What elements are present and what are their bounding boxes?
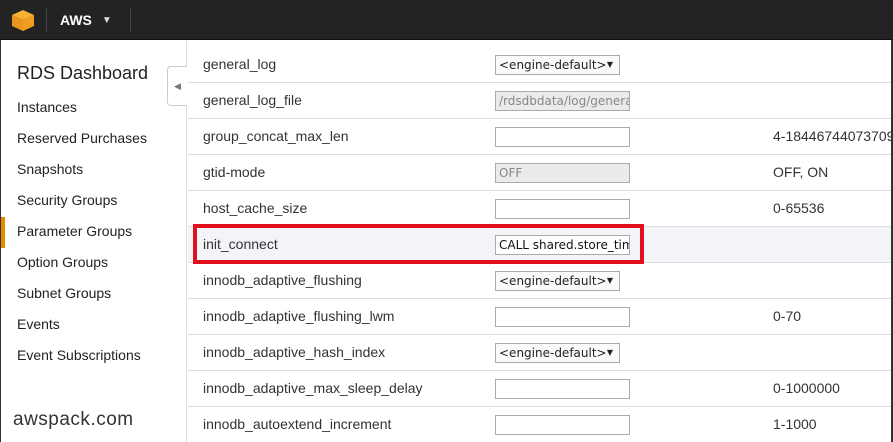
parameter-value-select[interactable]: <engine-default> ▼ [495, 55, 620, 75]
parameter-name: gtid-mode [203, 164, 266, 180]
services-menu-label: AWS [60, 12, 92, 28]
parameter-row: innodb_adaptive_hash_index <engine-defaul… [188, 335, 891, 371]
parameter-value-cell: <engine-default> ▼ [495, 271, 620, 291]
select-value: <engine-default> [499, 274, 607, 288]
parameter-row: init_connect CALL shared.store_time [188, 227, 891, 263]
parameter-value-cell [495, 127, 630, 147]
topbar-divider [46, 8, 47, 32]
parameter-value-select[interactable]: <engine-default> ▼ [495, 343, 620, 363]
sidebar-item-events[interactable]: Events [1, 310, 187, 341]
parameter-row: group_concat_max_len 4-18446744073709 [188, 119, 893, 155]
parameter-value-input: /rdsdbdata/log/general [495, 91, 630, 111]
sidebar-item-option-groups[interactable]: Option Groups [1, 248, 187, 279]
parameter-row: innodb_autoextend_increment 1-1000 [188, 407, 891, 442]
sidebar: RDS Dashboard Instances Reserved Purchase… [1, 41, 187, 442]
parameter-value-input[interactable] [495, 127, 630, 147]
parameter-value-input[interactable]: CALL shared.store_time [495, 235, 630, 255]
top-navigation-bar: AWS ▼ [0, 0, 893, 40]
chevron-down-icon: ▼ [101, 14, 112, 26]
services-menu[interactable]: AWS ▼ [60, 0, 112, 40]
parameter-value-cell: OFF [495, 163, 630, 183]
parameter-value-cell [495, 415, 630, 435]
select-value: <engine-default> [499, 346, 607, 360]
parameter-name: general_log_file [203, 92, 302, 108]
dropdown-arrow-icon: ▼ [606, 60, 613, 69]
topbar-divider [130, 8, 131, 32]
parameter-value-cell: <engine-default> ▼ [495, 343, 620, 363]
sidebar-item-security-groups[interactable]: Security Groups [1, 186, 187, 217]
parameter-value-input: OFF [495, 163, 630, 183]
aws-cube-icon [12, 10, 34, 31]
parameter-row: innodb_adaptive_flushing_lwm 0-70 [188, 299, 891, 335]
sidebar-item-instances[interactable]: Instances [1, 93, 187, 124]
parameter-value-cell [495, 199, 630, 219]
parameter-allowed-values: 0-70 [773, 308, 802, 324]
parameter-name: group_concat_max_len [203, 128, 349, 144]
parameter-row: innodb_adaptive_flushing <engine-default>… [188, 263, 891, 299]
sidebar-title[interactable]: RDS Dashboard [17, 63, 148, 84]
parameter-value-cell [495, 307, 630, 327]
collapse-sidebar-button[interactable]: ◀ [167, 66, 187, 106]
parameter-name: host_cache_size [203, 200, 308, 216]
parameter-value-input[interactable] [495, 379, 630, 399]
sidebar-item-reserved-purchases[interactable]: Reserved Purchases [1, 124, 187, 155]
parameter-name: general_log [203, 56, 277, 72]
dropdown-arrow-icon: ▼ [606, 348, 613, 357]
parameter-name: innodb_adaptive_max_sleep_delay [203, 380, 423, 396]
watermark: awspack.com [13, 409, 134, 430]
parameter-row: gtid-mode OFF OFF, ON [188, 155, 891, 191]
parameter-value-cell: /rdsdbdata/log/general [495, 91, 630, 111]
parameter-value-input[interactable] [495, 307, 630, 327]
sidebar-item-parameter-groups[interactable]: Parameter Groups [1, 217, 187, 248]
sidebar-nav: Instances Reserved Purchases Snapshots Secu… [1, 93, 187, 372]
parameter-row: general_log <engine-default> ▼ [188, 47, 891, 83]
aws-logo[interactable] [0, 0, 46, 40]
sidebar-item-event-subscriptions[interactable]: Event Subscriptions [1, 341, 187, 372]
parameter-name: innodb_adaptive_flushing_lwm [203, 308, 395, 324]
parameter-value-input[interactable] [495, 415, 630, 435]
parameter-value-cell: CALL shared.store_time [495, 235, 630, 255]
parameter-allowed-values: 4-18446744073709 [773, 128, 893, 144]
dropdown-arrow-icon: ▼ [606, 276, 613, 285]
chevron-left-icon: ◀ [174, 80, 181, 91]
parameter-allowed-values: 1-1000 [773, 416, 817, 432]
parameter-row: innodb_adaptive_max_sleep_delay 0-1000000 [188, 371, 891, 407]
parameter-name: innodb_adaptive_flushing [203, 272, 362, 288]
parameter-value-cell [495, 379, 630, 399]
parameter-value-cell: <engine-default> ▼ [495, 55, 620, 75]
parameter-value-input[interactable] [495, 199, 630, 219]
sidebar-item-subnet-groups[interactable]: Subnet Groups [1, 279, 187, 310]
parameter-name: innodb_autoextend_increment [203, 416, 392, 432]
parameter-name: init_connect [203, 236, 278, 252]
parameter-allowed-values: 0-65536 [773, 200, 825, 216]
select-value: <engine-default> [499, 58, 607, 72]
parameter-allowed-values: 0-1000000 [773, 380, 840, 396]
parameter-row: general_log_file/rdsdbdata/log/general [188, 83, 891, 119]
parameter-allowed-values: OFF, ON [773, 164, 829, 180]
parameter-row: host_cache_size 0-65536 [188, 191, 891, 227]
sidebar-item-snapshots[interactable]: Snapshots [1, 155, 187, 186]
parameter-name: innodb_adaptive_hash_index [203, 344, 386, 360]
parameter-table: general_log <engine-default> ▼ general_log_… [188, 47, 893, 442]
parameter-value-select[interactable]: <engine-default> ▼ [495, 271, 620, 291]
